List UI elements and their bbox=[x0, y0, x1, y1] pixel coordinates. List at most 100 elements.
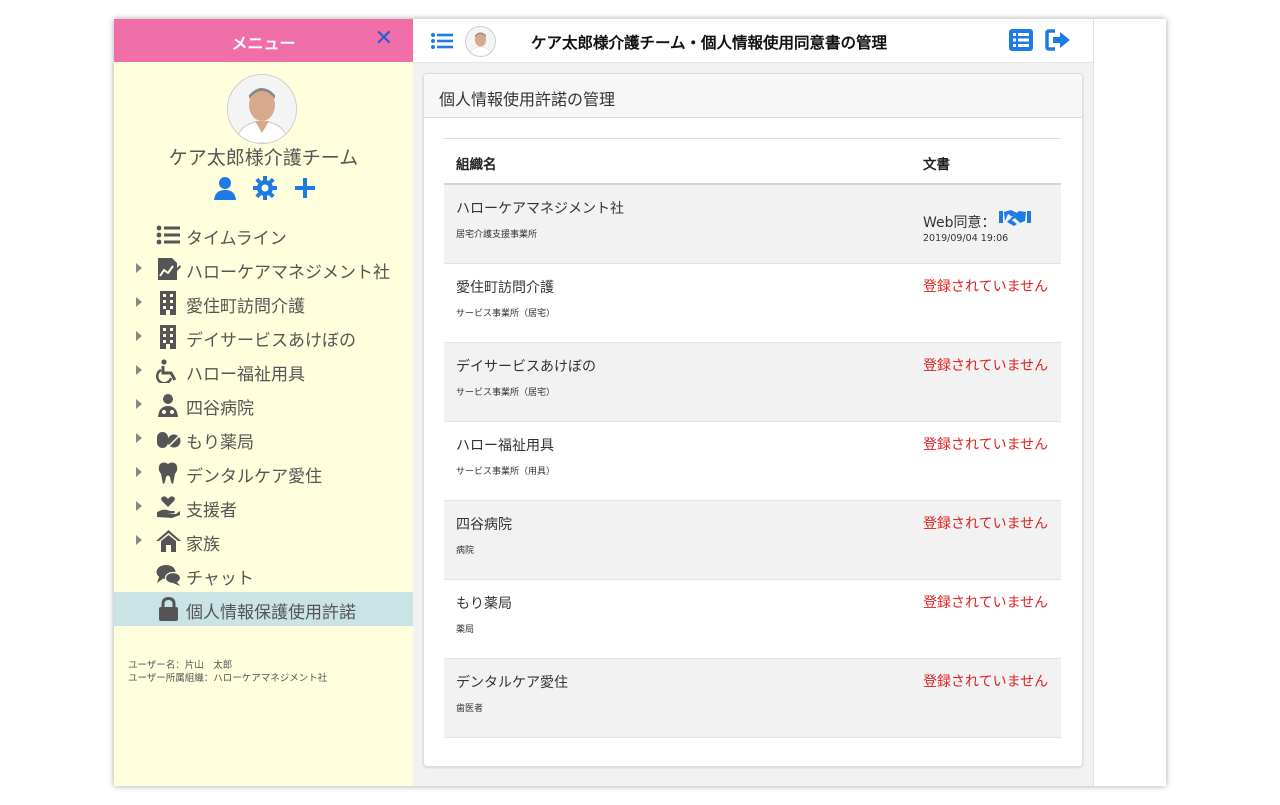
sidebar-item-label: デイサービスあけぼの bbox=[186, 331, 356, 351]
sidebar-item-label: 個人情報保護使用許諾 bbox=[186, 603, 356, 623]
sidebar-item-privacy-consent[interactable]: 個人情報保護使用許諾 bbox=[114, 592, 413, 626]
lock-icon bbox=[156, 596, 181, 621]
sidebar-item-dental[interactable]: デンタルケア愛住 bbox=[114, 456, 413, 490]
sidebar-item-pharmacy[interactable]: もり薬局 bbox=[114, 422, 413, 456]
user-icon[interactable] bbox=[212, 175, 238, 201]
consent-card: 個人情報使用許諾の管理 組織名 文書 ハローケアマネジメント社 居宅介護支援事業… bbox=[423, 73, 1083, 767]
chevron-right-icon[interactable] bbox=[136, 331, 142, 341]
chevron-right-icon[interactable] bbox=[136, 433, 142, 443]
chevron-right-icon[interactable] bbox=[136, 263, 142, 273]
close-icon[interactable]: ✕ bbox=[375, 26, 393, 51]
org-type: 病院 bbox=[456, 546, 475, 556]
org-name: 四谷病院 bbox=[456, 517, 512, 533]
chat-icon bbox=[156, 563, 182, 587]
list-view-icon[interactable] bbox=[1009, 29, 1033, 51]
status-text: 登録されていません bbox=[923, 358, 1049, 374]
table-row: デンタルケア愛住 歯医者 登録されていません bbox=[444, 659, 1061, 738]
chevron-right-icon[interactable] bbox=[136, 501, 142, 511]
table-row: デイサービスあけぼの サービス事業所（居宅） 登録されていません bbox=[444, 343, 1061, 422]
org-name: ハローケアマネジメント社 bbox=[456, 201, 624, 217]
sidebar-item-day-service[interactable]: デイサービスあけぼの bbox=[114, 320, 413, 354]
sidebar-item-label: ハローケアマネジメント社 bbox=[186, 263, 390, 283]
card-title: 個人情報使用許諾の管理 bbox=[439, 90, 616, 109]
org-type: 歯医者 bbox=[456, 704, 484, 714]
pills-icon bbox=[156, 427, 181, 451]
org-name: デイサービスあけぼの bbox=[456, 359, 596, 375]
tooth-icon bbox=[156, 461, 181, 485]
sidebar-item-hospital[interactable]: 四谷病院 bbox=[114, 388, 413, 422]
column-header-document: 文書 bbox=[923, 157, 950, 173]
sidebar-item-label: 愛住町訪問介護 bbox=[186, 297, 305, 317]
status-text: 登録されていません bbox=[923, 674, 1049, 690]
status-text: 登録されていません bbox=[923, 437, 1049, 453]
table-row: ハローケアマネジメント社 居宅介護支援事業所 Web同意： 2019/09/04… bbox=[444, 185, 1061, 264]
user-org: ユーザー所属組織：ハローケアマネジメント社 bbox=[128, 673, 328, 684]
handshake-icon[interactable] bbox=[999, 208, 1031, 228]
sidebar-nav: タイムライン ハローケアマネジメント社 愛住町訪問介護 デイサービスあけぼの ハ… bbox=[114, 218, 413, 626]
logout-icon[interactable] bbox=[1045, 29, 1071, 51]
hand-heart-icon bbox=[156, 495, 181, 519]
card-header: 個人情報使用許諾の管理 bbox=[424, 74, 1082, 118]
app-window: メニュー ✕ ケア太郎様介護チーム タイムライン ハローケアマネジメント社 愛住… bbox=[114, 19, 1166, 786]
sidebar-actions bbox=[212, 175, 318, 201]
status-text: 登録されていません bbox=[923, 595, 1049, 611]
sidebar-item-welfare-equipment[interactable]: ハロー福祉用具 bbox=[114, 354, 413, 388]
doctor-icon bbox=[156, 393, 181, 417]
plus-icon[interactable] bbox=[292, 175, 318, 201]
chevron-right-icon[interactable] bbox=[136, 365, 142, 375]
sidebar-item-label: タイムライン bbox=[186, 229, 287, 249]
sidebar-item-chat[interactable]: チャット bbox=[114, 558, 413, 592]
org-type: サービス事業所（用具） bbox=[456, 467, 556, 477]
chevron-right-icon[interactable] bbox=[136, 535, 142, 545]
consent-date: 2019/09/04 19:06 bbox=[923, 233, 1009, 244]
top-bar: ケア太郎様介護チーム・個人情報使用同意書の管理 bbox=[413, 19, 1093, 63]
org-name: もり薬局 bbox=[456, 596, 512, 612]
table-row: 四谷病院 病院 登録されていません bbox=[444, 501, 1061, 580]
sidebar-item-label: チャット bbox=[186, 569, 254, 589]
chevron-right-icon[interactable] bbox=[136, 399, 142, 409]
sidebar-header: メニュー ✕ bbox=[114, 19, 413, 62]
sidebar-item-label: ハロー福祉用具 bbox=[186, 365, 305, 385]
sidebar-item-timeline[interactable]: タイムライン bbox=[114, 218, 413, 252]
gear-icon[interactable] bbox=[252, 175, 278, 201]
sidebar-item-hello-care-management[interactable]: ハローケアマネジメント社 bbox=[114, 252, 413, 286]
org-name: 愛住町訪問介護 bbox=[456, 280, 554, 296]
user-info: ユーザー名：片山 太郎 ユーザー所属組織：ハローケアマネジメント社 bbox=[128, 659, 327, 685]
chart-document-icon bbox=[156, 257, 181, 281]
sidebar-item-label: 支援者 bbox=[186, 501, 237, 521]
team-avatar bbox=[227, 74, 297, 144]
building-icon bbox=[156, 325, 181, 349]
org-type: 居宅介護支援事業所 bbox=[456, 230, 538, 240]
status-text: 登録されていません bbox=[923, 279, 1049, 295]
org-type: 薬局 bbox=[456, 625, 475, 635]
sidebar-item-label: 家族 bbox=[186, 535, 220, 555]
list-icon[interactable] bbox=[431, 32, 453, 50]
avatar[interactable] bbox=[465, 26, 496, 57]
chevron-right-icon[interactable] bbox=[136, 467, 142, 477]
sidebar-item-aizumicho[interactable]: 愛住町訪問介護 bbox=[114, 286, 413, 320]
sidebar-item-family[interactable]: 家族 bbox=[114, 524, 413, 558]
org-type: サービス事業所（居宅） bbox=[456, 309, 556, 319]
org-name: ハロー福祉用具 bbox=[456, 438, 554, 454]
status-text: 登録されていません bbox=[923, 516, 1049, 532]
web-consent-label: Web同意： bbox=[923, 215, 996, 231]
building-icon bbox=[156, 291, 181, 315]
org-name: デンタルケア愛住 bbox=[456, 675, 568, 691]
org-type: サービス事業所（居宅） bbox=[456, 388, 556, 398]
sidebar-item-label: もり薬局 bbox=[186, 433, 254, 453]
sidebar-item-supporters[interactable]: 支援者 bbox=[114, 490, 413, 524]
page-title: ケア太郎様介護チーム・個人情報使用同意書の管理 bbox=[531, 34, 888, 52]
list-icon bbox=[156, 223, 181, 247]
consent-table: 組織名 文書 ハローケアマネジメント社 居宅介護支援事業所 Web同意： 201… bbox=[444, 138, 1061, 738]
user-name: ユーザー名：片山 太郎 bbox=[128, 660, 233, 671]
sidebar-item-label: デンタルケア愛住 bbox=[186, 467, 322, 487]
team-name: ケア太郎様介護チーム bbox=[168, 147, 359, 169]
table-row: ハロー福祉用具 サービス事業所（用具） 登録されていません bbox=[444, 422, 1061, 501]
chevron-right-icon[interactable] bbox=[136, 297, 142, 307]
sidebar-title: メニュー bbox=[231, 34, 296, 53]
sidebar: メニュー ✕ ケア太郎様介護チーム タイムライン ハローケアマネジメント社 愛住… bbox=[114, 19, 413, 786]
table-row: 愛住町訪問介護 サービス事業所（居宅） 登録されていません bbox=[444, 264, 1061, 343]
house-icon bbox=[156, 529, 181, 553]
column-header-org: 組織名 bbox=[456, 157, 497, 173]
main-panel: ケア太郎様介護チーム・個人情報使用同意書の管理 個人情報使用許諾の管理 組織名 … bbox=[413, 19, 1094, 786]
